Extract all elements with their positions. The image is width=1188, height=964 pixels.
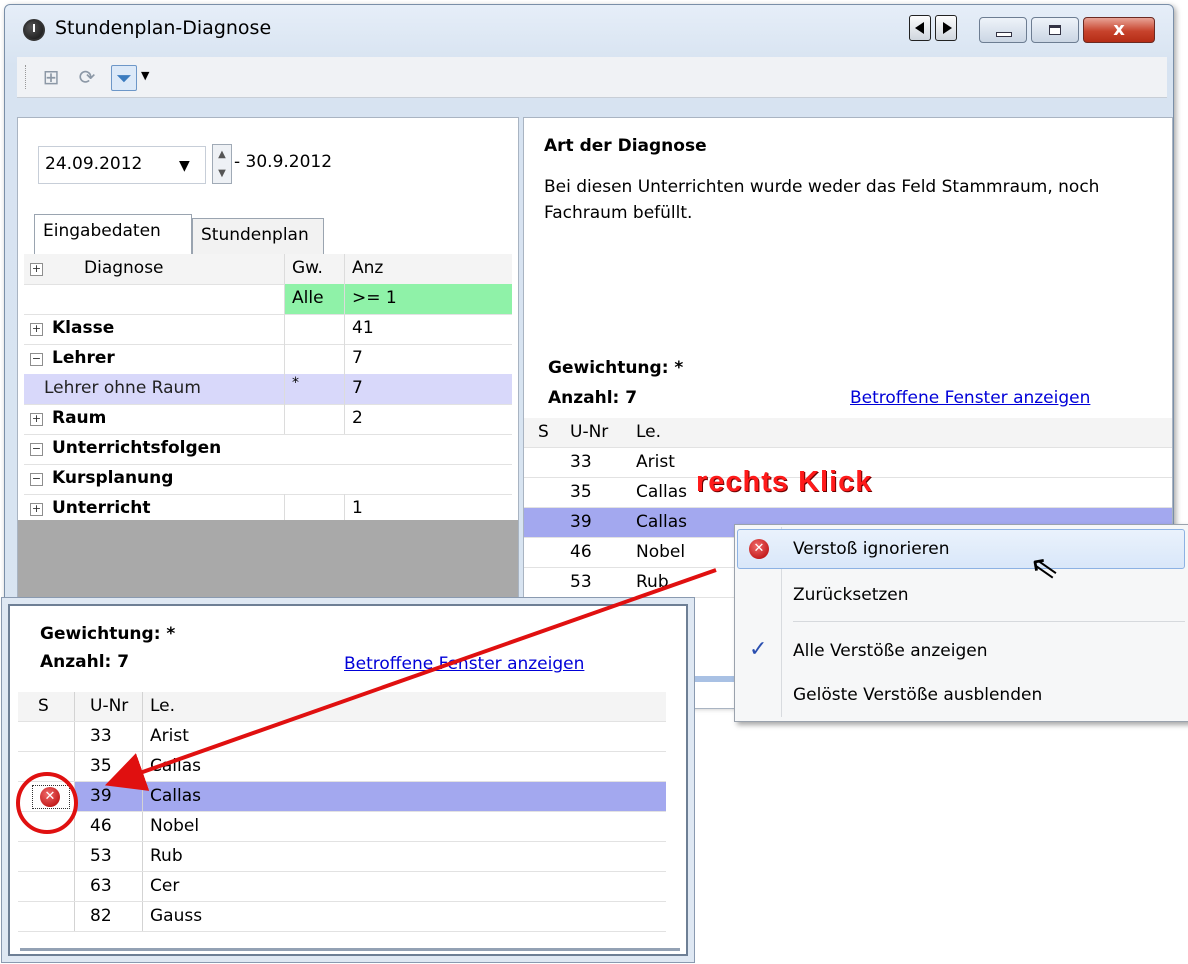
annotation-label: rechts Klick xyxy=(696,466,873,498)
annotation-arrow xyxy=(104,568,717,791)
